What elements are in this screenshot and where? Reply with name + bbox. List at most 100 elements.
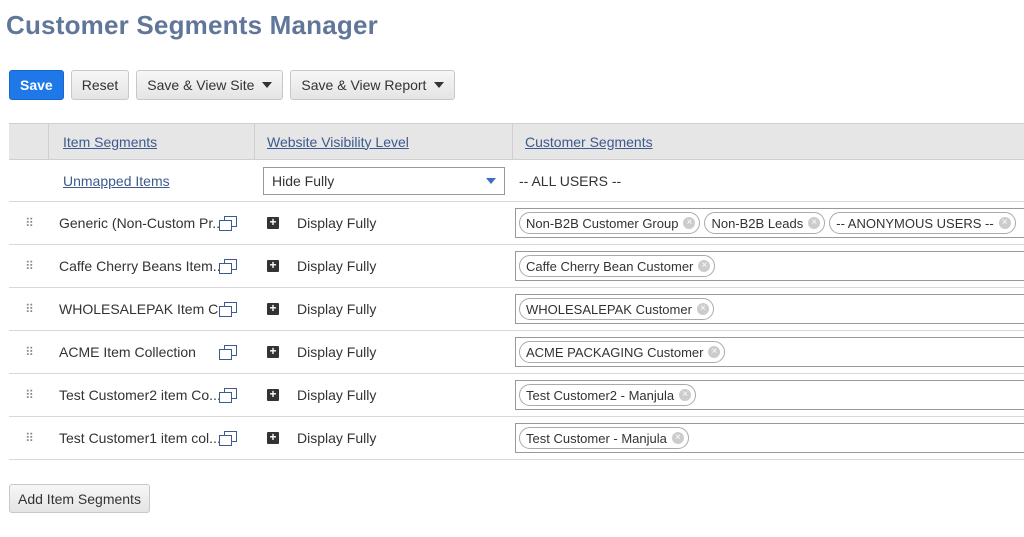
- sort-item-segments-link[interactable]: Item Segments: [63, 134, 157, 150]
- drag-handle-icon[interactable]: ⠿: [25, 217, 34, 229]
- customer-segments-input[interactable]: WHOLESALEPAK Customer ×: [515, 294, 1024, 324]
- remove-tag-icon[interactable]: ×: [808, 217, 821, 229]
- header-visibility: Website Visibility Level: [255, 124, 513, 159]
- drag-cell: ⠿: [9, 217, 49, 229]
- customer-segments-input[interactable]: Test Customer2 - Manjula ×: [515, 380, 1024, 410]
- customer-segments-input[interactable]: Caffe Cherry Bean Customer ×: [515, 251, 1024, 281]
- customer-tag-label: -- ANONYMOUS USERS --: [836, 215, 994, 231]
- customer-segments-input[interactable]: Test Customer - Manjula ×: [515, 423, 1024, 453]
- expand-plus-icon[interactable]: +: [267, 259, 279, 272]
- sort-customer-segments-link[interactable]: Customer Segments: [525, 134, 653, 150]
- remove-tag-icon[interactable]: ×: [708, 346, 721, 358]
- chevron-down-icon: [434, 82, 445, 88]
- item-segment-name[interactable]: Caffe Cherry Beans Item...: [59, 258, 219, 274]
- expand-plus-icon[interactable]: +: [267, 345, 279, 358]
- customer-tag: Test Customer - Manjula ×: [519, 427, 689, 449]
- customer-tag-label: Test Customer - Manjula: [526, 430, 667, 446]
- customer-tag-label: Test Customer2 - Manjula: [526, 387, 675, 403]
- visibility-cell: + Display Fully: [255, 301, 513, 317]
- item-segment-name[interactable]: Test Customer1 item col...: [59, 430, 219, 446]
- customer-tag: ACME PACKAGING Customer ×: [519, 341, 726, 363]
- item-segment-cell: WHOLESALEPAK Item C...: [49, 301, 255, 317]
- item-segment-cell: ACME Item Collection: [49, 344, 255, 360]
- expand-plus-icon[interactable]: +: [267, 431, 279, 444]
- customer-tag: Non-B2B Customer Group ×: [519, 212, 701, 234]
- visibility-value[interactable]: Display Fully: [297, 301, 376, 317]
- table-row: ⠿ Generic (Non-Custom Pr... + Display Fu…: [9, 202, 1024, 245]
- customer-tag: Caffe Cherry Bean Customer ×: [519, 255, 716, 277]
- customer-cell: Non-B2B Customer Group × Non-B2B Leads ×…: [513, 202, 1024, 244]
- visibility-cell: + Display Fully: [255, 344, 513, 360]
- customer-tag-label: WHOLESALEPAK Customer: [526, 301, 692, 317]
- unmapped-items-link[interactable]: Unmapped Items: [63, 173, 170, 189]
- table-row: ⠿ ACME Item Collection + Display Fully A…: [9, 331, 1024, 374]
- visibility-value[interactable]: Display Fully: [297, 215, 376, 231]
- unmapped-cell: Unmapped Items: [49, 173, 255, 189]
- copy-icon[interactable]: [219, 216, 237, 231]
- item-segment-name[interactable]: Generic (Non-Custom Pr...: [59, 215, 219, 231]
- segments-table: Item Segments Website Visibility Level C…: [9, 123, 1024, 460]
- drag-handle-icon[interactable]: ⠿: [25, 389, 34, 401]
- add-item-segments-button[interactable]: Add Item Segments: [9, 484, 150, 513]
- customer-tag: WHOLESALEPAK Customer ×: [519, 298, 714, 320]
- customer-segments-input[interactable]: Non-B2B Customer Group × Non-B2B Leads ×…: [515, 208, 1024, 238]
- remove-tag-icon[interactable]: ×: [698, 260, 711, 272]
- sort-visibility-link[interactable]: Website Visibility Level: [267, 134, 409, 150]
- customer-tag-label: Non-B2B Leads: [711, 215, 804, 231]
- header-item-segments: Item Segments: [49, 124, 255, 159]
- chevron-down-icon: [262, 82, 273, 88]
- table-row: ⠿ Caffe Cherry Beans Item... + Display F…: [9, 245, 1024, 288]
- drag-cell: ⠿: [9, 389, 49, 401]
- remove-tag-icon[interactable]: ×: [696, 303, 709, 315]
- copy-icon[interactable]: [219, 259, 237, 274]
- visibility-select[interactable]: Hide Fully: [263, 166, 505, 195]
- drag-handle-icon[interactable]: ⠿: [25, 432, 34, 444]
- visibility-value[interactable]: Display Fully: [297, 344, 376, 360]
- visibility-value[interactable]: Display Fully: [297, 258, 376, 274]
- copy-icon[interactable]: [219, 345, 237, 360]
- visibility-select-value: Hide Fully: [272, 172, 335, 189]
- visibility-value[interactable]: Display Fully: [297, 387, 376, 403]
- drag-handle-icon[interactable]: ⠿: [25, 260, 34, 272]
- customer-cell: Test Customer - Manjula ×: [513, 417, 1024, 459]
- remove-tag-icon[interactable]: ×: [679, 389, 692, 401]
- table-row: ⠿ WHOLESALEPAK Item C... + Display Fully…: [9, 288, 1024, 331]
- unmapped-row: Unmapped Items Hide Fully -- ALL USERS -…: [9, 160, 1024, 202]
- drag-handle-icon[interactable]: ⠿: [25, 346, 34, 358]
- drag-handle-icon[interactable]: ⠿: [25, 303, 34, 315]
- customer-tag-label: Non-B2B Customer Group: [526, 215, 679, 231]
- save-view-report-button[interactable]: Save & View Report: [290, 70, 456, 100]
- item-segment-name[interactable]: WHOLESALEPAK Item C...: [59, 301, 219, 317]
- toolbar: Save Reset Save & View Site Save & View …: [9, 70, 456, 100]
- header-customer-segments: Customer Segments: [513, 124, 1024, 159]
- expand-plus-icon[interactable]: +: [267, 302, 279, 315]
- customer-cell: -- ALL USERS --: [513, 160, 1024, 201]
- customer-cell: ACME PACKAGING Customer ×: [513, 331, 1024, 373]
- visibility-value[interactable]: Display Fully: [297, 430, 376, 446]
- copy-icon[interactable]: [219, 431, 237, 446]
- drag-cell: ⠿: [9, 432, 49, 444]
- remove-tag-icon[interactable]: ×: [671, 432, 684, 444]
- table-row: ⠿ Test Customer1 item col... + Display F…: [9, 417, 1024, 460]
- expand-plus-icon[interactable]: +: [267, 388, 279, 401]
- save-button[interactable]: Save: [9, 70, 64, 100]
- reset-button[interactable]: Reset: [70, 70, 130, 100]
- copy-icon[interactable]: [219, 388, 237, 403]
- item-segment-name[interactable]: Test Customer2 item Co...: [59, 387, 219, 403]
- drag-cell: ⠿: [9, 346, 49, 358]
- customer-cell: Test Customer2 - Manjula ×: [513, 374, 1024, 416]
- save-view-site-button[interactable]: Save & View Site: [136, 70, 284, 100]
- expand-plus-icon[interactable]: +: [267, 216, 279, 229]
- table-header: Item Segments Website Visibility Level C…: [9, 123, 1024, 160]
- customer-cell: Caffe Cherry Bean Customer ×: [513, 245, 1024, 287]
- remove-tag-icon[interactable]: ×: [683, 217, 696, 229]
- copy-icon[interactable]: [219, 302, 237, 317]
- customer-tag-label: Caffe Cherry Bean Customer: [526, 258, 694, 274]
- remove-tag-icon[interactable]: ×: [998, 217, 1011, 229]
- table-row: ⠿ Test Customer2 item Co... + Display Fu…: [9, 374, 1024, 417]
- customer-segments-input[interactable]: ACME PACKAGING Customer ×: [515, 337, 1024, 367]
- customer-tag: Test Customer2 - Manjula ×: [519, 384, 697, 406]
- item-segment-name[interactable]: ACME Item Collection: [59, 344, 196, 360]
- customer-cell: WHOLESALEPAK Customer ×: [513, 288, 1024, 330]
- customer-tag: Non-B2B Leads ×: [704, 212, 826, 234]
